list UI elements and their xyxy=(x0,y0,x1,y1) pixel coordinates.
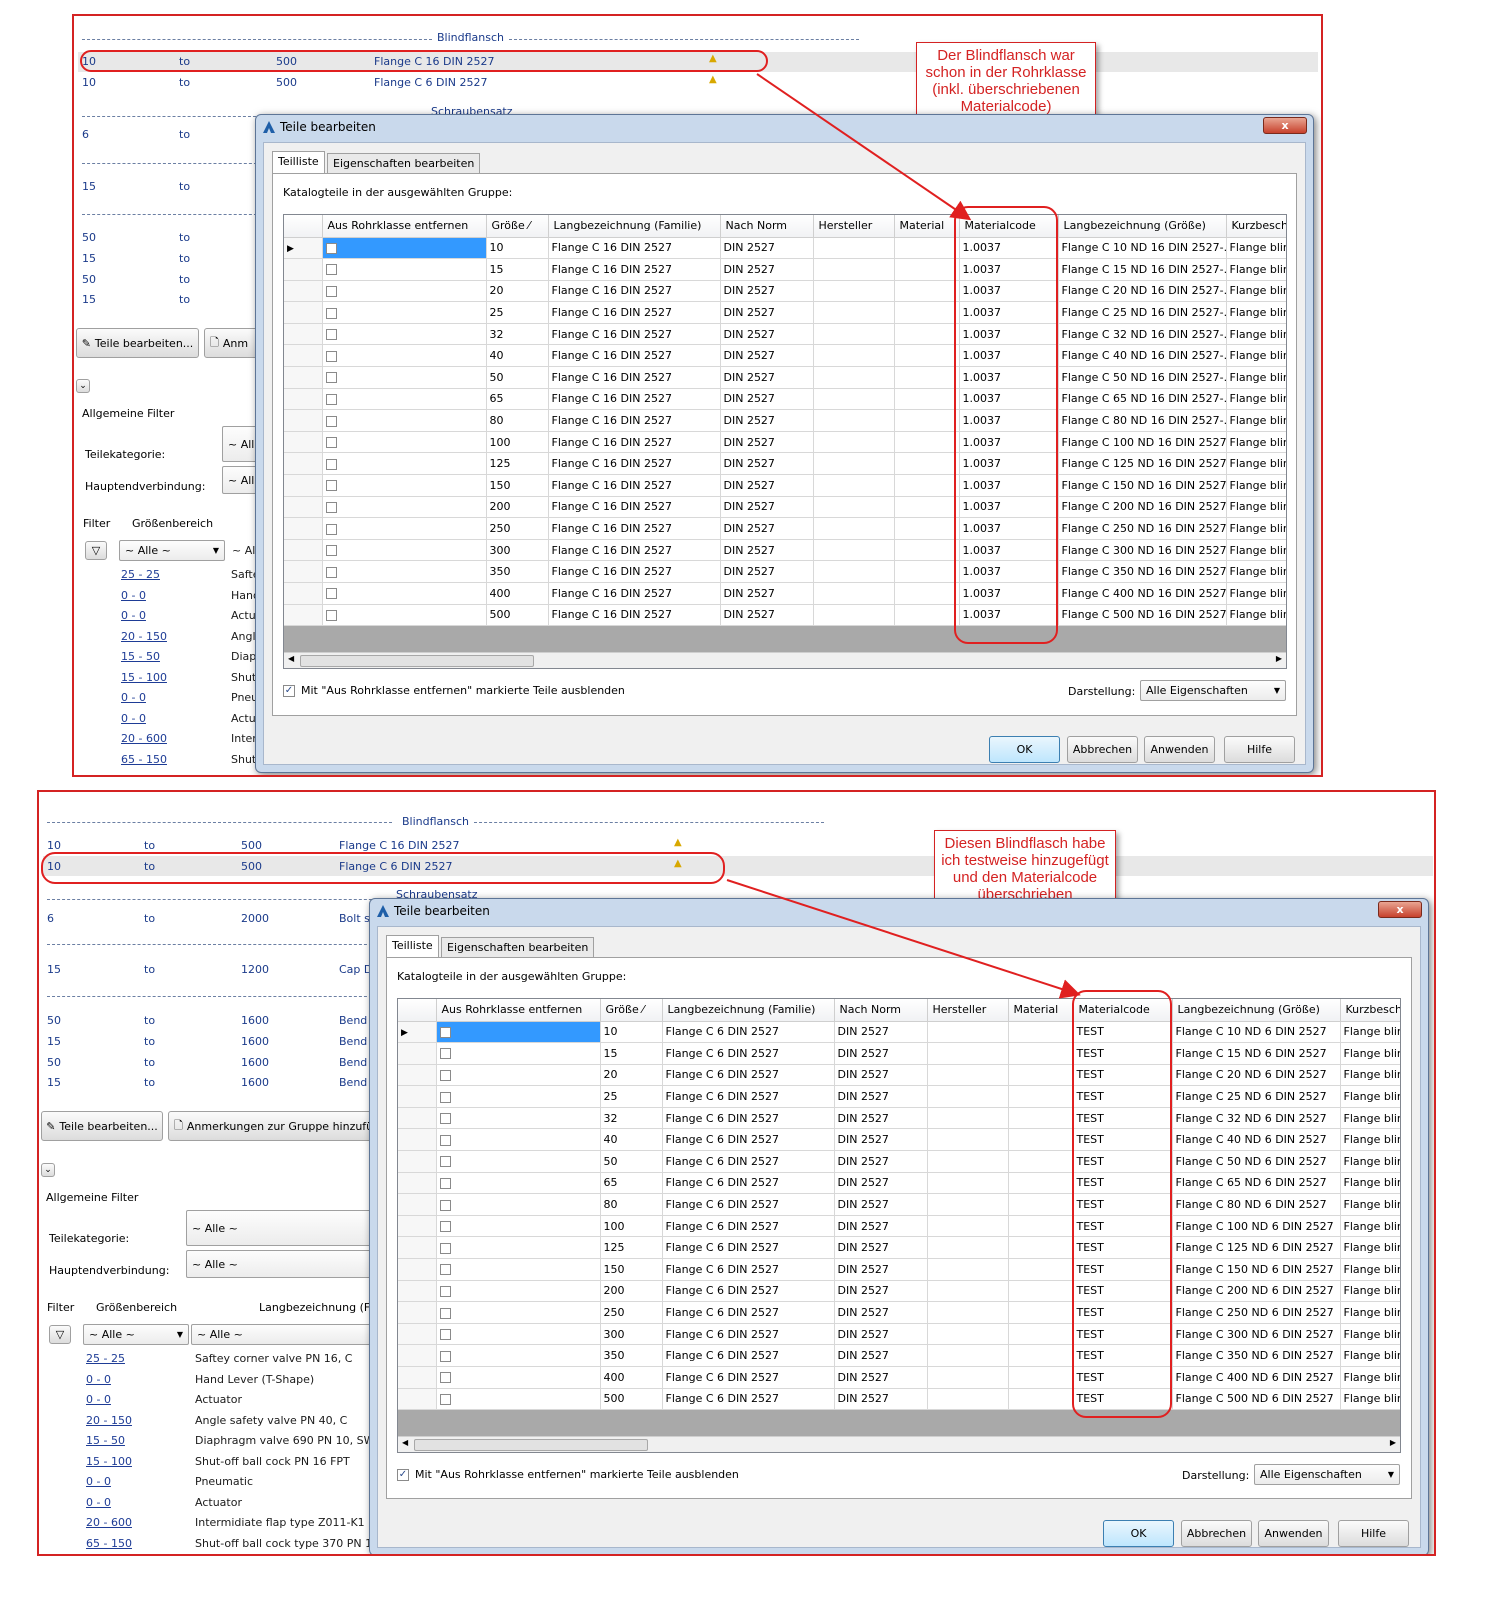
annotation-arrow-bottom xyxy=(726,879,1081,999)
annotation-arrows xyxy=(726,73,1081,999)
annotation-arrow-top xyxy=(756,73,972,221)
